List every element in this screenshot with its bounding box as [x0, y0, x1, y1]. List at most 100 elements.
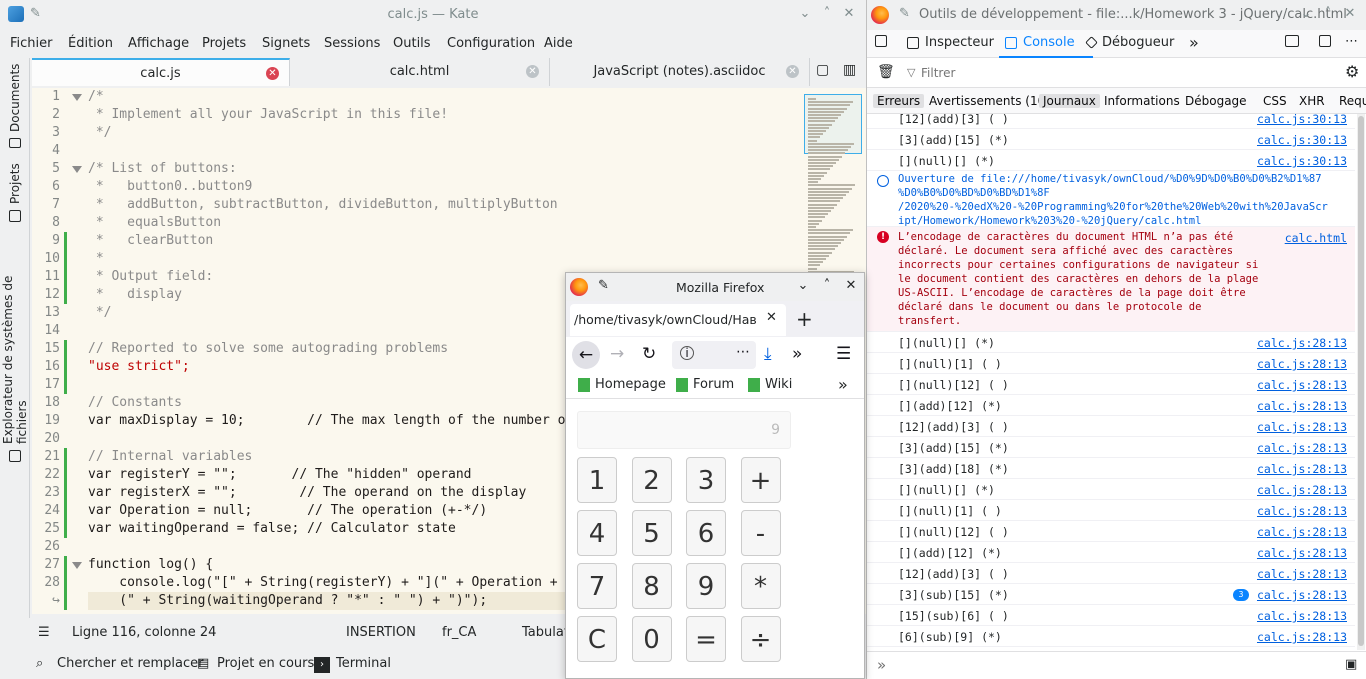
log-source-link[interactable]: calc.js:30:13	[1257, 114, 1347, 126]
browser-tab[interactable]: /home/tivasyk/ownCloud/Нав	[570, 304, 786, 336]
menu-fichier[interactable]: Fichier	[10, 36, 53, 51]
code-line[interactable]: var Operation = null; // The operation (…	[88, 502, 487, 520]
close-icon[interactable]: ✕	[1341, 5, 1359, 23]
subtract-button[interactable]: -	[740, 510, 781, 556]
menu-dots-icon[interactable]: ⋯	[1345, 34, 1358, 49]
close-icon[interactable]: ✕	[840, 5, 858, 23]
log-source-link[interactable]: calc.js:28:13	[1257, 336, 1347, 350]
log-source-link[interactable]: calc.js:30:13	[1257, 154, 1347, 168]
code-line[interactable]: */	[88, 304, 112, 322]
close-icon[interactable]: ✕	[842, 277, 860, 295]
log-source-link[interactable]: calc.js:28:13	[1257, 546, 1347, 560]
menu-affichage[interactable]: Affichage	[128, 36, 189, 51]
menu-aide[interactable]: Aide	[544, 36, 573, 51]
info-icon[interactable]: i	[680, 346, 694, 360]
more-bookmarks-icon[interactable]: »	[838, 375, 848, 394]
current-project-button[interactable]: Projet en cours	[217, 656, 314, 671]
digit-1-button[interactable]: 1	[577, 457, 617, 503]
log-source-link[interactable]: calc.js:30:13	[1257, 133, 1347, 147]
clear-button[interactable]: C	[577, 616, 617, 662]
log-source-link[interactable]: calc.js:28:13	[1257, 588, 1347, 602]
maximize-icon[interactable]: ˄	[818, 277, 836, 295]
close-tab-icon[interactable]: ✕	[766, 310, 777, 325]
pin-icon[interactable]: ✎	[598, 278, 609, 293]
log-source-link[interactable]: calc.js:28:13	[1257, 420, 1347, 434]
bookmark-homepage[interactable]: Homepage	[578, 377, 666, 392]
tab-debogueur[interactable]: Débogueur	[1085, 35, 1174, 50]
filter-xhr[interactable]: XHR	[1295, 94, 1329, 108]
code-line[interactable]: * Implement all your JavaScript in this …	[88, 106, 448, 124]
code-line[interactable]: * button0..button9	[88, 178, 253, 196]
add-button[interactable]: +	[740, 457, 781, 503]
console-input[interactable]: » ▣	[867, 651, 1366, 679]
tab-settings[interactable]: Tabulat	[522, 625, 569, 640]
filter-avertissements[interactable]: Avertissements (10)	[925, 94, 1054, 108]
side-tab-projets[interactable]: Projets	[3, 162, 27, 222]
filter-journaux[interactable]: Journaux	[1039, 94, 1100, 108]
new-tab-icon[interactable]: +	[796, 307, 813, 331]
code-line[interactable]: var registerX = ""; // The operand on th…	[88, 484, 526, 502]
menu-signets[interactable]: Signets	[262, 36, 310, 51]
tab-notes-asciidoc[interactable]: JavaScript (notes).asciidoc ✕	[550, 58, 810, 86]
terminal-button[interactable]: Terminal	[336, 656, 391, 671]
close-tab-icon[interactable]: ✕	[526, 65, 539, 78]
close-tab-icon[interactable]: ✕	[786, 65, 799, 78]
menu-edition[interactable]: Édition	[68, 36, 113, 51]
equals-button[interactable]: =	[686, 616, 726, 662]
console-scrollbar[interactable]	[1357, 114, 1365, 650]
log-source-link[interactable]: calc.js:28:13	[1257, 462, 1347, 476]
search-replace-button[interactable]: Chercher et remplacer	[57, 656, 204, 671]
menu-sessions[interactable]: Sessions	[324, 36, 380, 51]
tab-calc-js[interactable]: calc.js ✕	[32, 58, 290, 86]
reload-icon[interactable]: ↻	[642, 344, 656, 364]
code-line[interactable]: console.log("[" + String(registerY) + "]…	[88, 574, 557, 592]
split-view-icon[interactable]: ▥	[843, 62, 856, 78]
digit-5-button[interactable]: 5	[631, 510, 672, 556]
forward-icon[interactable]: →	[610, 344, 624, 364]
log-source-link[interactable]: calc.js:28:13	[1257, 483, 1347, 497]
chevron-down-icon[interactable]: ⌄	[1297, 5, 1315, 23]
editor-mode-icon[interactable]: ▣	[1345, 657, 1357, 672]
document-list-icon[interactable]: ▢	[816, 62, 829, 78]
menu-outils[interactable]: Outils	[393, 36, 431, 51]
digit-8-button[interactable]: 8	[631, 563, 672, 609]
code-line[interactable]: (" + String(waitingOperand ? "*" : " ") …	[88, 592, 487, 610]
trash-icon[interactable]: 🗑︎	[877, 64, 895, 80]
info-message-line[interactable]: /2020%20-%20edX%20-%20Programming%20for%…	[898, 201, 1328, 213]
code-line[interactable]: // Constants	[88, 394, 182, 412]
element-picker-icon[interactable]	[875, 35, 887, 47]
menu-configuration[interactable]: Configuration	[447, 36, 535, 51]
cursor-position[interactable]: Ligne 116, colonne 24	[72, 625, 216, 640]
menu-projets[interactable]: Projets	[202, 36, 246, 51]
code-line[interactable]: * equalsButton	[88, 214, 221, 232]
fold-marker-icon[interactable]	[72, 166, 82, 173]
digit-7-button[interactable]: 7	[577, 563, 617, 609]
split-console-icon[interactable]	[1285, 35, 1299, 47]
bookmark-forum[interactable]: Forum	[676, 377, 734, 392]
log-source-link[interactable]: calc.js:28:13	[1257, 441, 1347, 455]
input-mode[interactable]: INSERTION	[346, 625, 416, 640]
url-bar[interactable]: i ⋯	[672, 341, 756, 369]
code-line[interactable]: /*	[88, 88, 104, 106]
digit-2-button[interactable]: 2	[631, 457, 672, 503]
fold-marker-icon[interactable]	[72, 562, 82, 569]
side-tab-filesystem[interactable]: Explorateur de systèmes de fichiers	[1, 236, 29, 462]
filter-debogage[interactable]: Débogage	[1181, 94, 1251, 108]
code-line[interactable]: // Internal variables	[88, 448, 252, 466]
extensions-icon[interactable]: »	[792, 344, 802, 364]
side-tab-documents[interactable]: Documents	[3, 64, 27, 148]
hamburger-icon[interactable]: ☰	[38, 625, 50, 640]
code-line[interactable]: * clearButton	[88, 232, 213, 250]
filter-erreurs[interactable]: Erreurs	[873, 94, 925, 108]
multiply-button[interactable]: *	[740, 563, 781, 609]
error-source-link[interactable]: calc.html	[1285, 231, 1347, 245]
download-icon[interactable]: ⤓	[764, 344, 772, 364]
log-source-link[interactable]: calc.js:28:13	[1257, 504, 1347, 518]
digit-3-button[interactable]: 3	[686, 457, 726, 503]
code-line[interactable]: */	[88, 124, 112, 142]
bookmark-wiki[interactable]: Wiki	[748, 377, 792, 392]
digit-0-button[interactable]: 0	[631, 616, 672, 662]
spell-language[interactable]: fr_CA	[442, 625, 476, 640]
code-line[interactable]: // Reported to solve some autograding pr…	[88, 340, 448, 358]
code-line[interactable]: *	[88, 250, 104, 268]
